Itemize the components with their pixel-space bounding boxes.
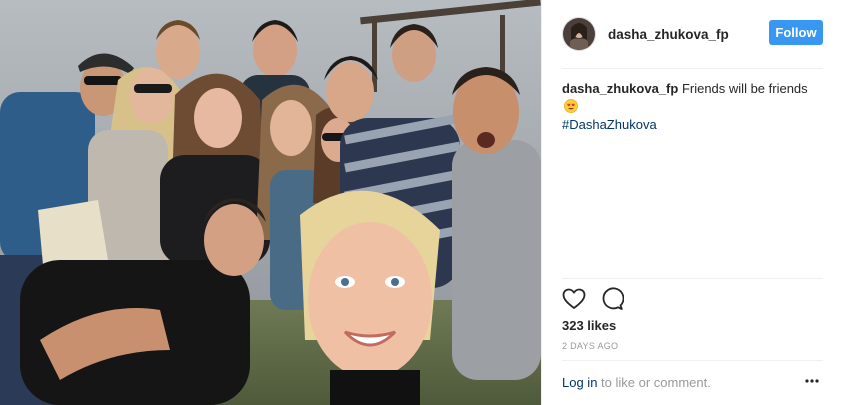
post-caption: dasha_zhukova_fp Friends will be friends…: [562, 80, 824, 134]
login-prompt: Log in to like or comment.: [562, 375, 711, 390]
post-timestamp[interactable]: 2 DAYS AGO: [562, 341, 618, 351]
username-link[interactable]: dasha_zhukova_fp: [608, 27, 729, 42]
like-button[interactable]: [562, 287, 586, 311]
like-count[interactable]: 323 likes: [562, 318, 616, 333]
avatar[interactable]: [562, 17, 596, 51]
comment-bubble-icon: [602, 287, 624, 310]
more-options-icon: [805, 379, 819, 383]
comments-divider: [562, 278, 823, 279]
header-divider: [562, 68, 823, 69]
post-header: dasha_zhukova_fp Follow: [562, 14, 824, 54]
follow-button[interactable]: Follow: [769, 20, 823, 45]
hashtag-link[interactable]: #DashaZhukova: [562, 117, 657, 132]
instagram-post: dasha_zhukova_fp Follow dasha_zhukova_fp…: [0, 0, 841, 405]
group-selfie-image: [0, 0, 541, 405]
action-bar: [562, 287, 638, 311]
caption-text: Friends will be friends: [678, 81, 808, 96]
avatar-image: [563, 18, 595, 50]
heart-eyes-emoji-icon: [564, 99, 578, 113]
comment-box-divider: [562, 360, 823, 361]
more-options-button[interactable]: [803, 374, 821, 388]
login-prompt-text: to like or comment.: [597, 375, 711, 390]
caption-username-link[interactable]: dasha_zhukova_fp: [562, 81, 678, 96]
comment-button[interactable]: [600, 287, 624, 311]
post-side-panel: dasha_zhukova_fp Follow dasha_zhukova_fp…: [541, 0, 841, 405]
heart-icon: [562, 288, 586, 309]
post-photo[interactable]: [0, 0, 541, 405]
login-link[interactable]: Log in: [562, 375, 597, 390]
